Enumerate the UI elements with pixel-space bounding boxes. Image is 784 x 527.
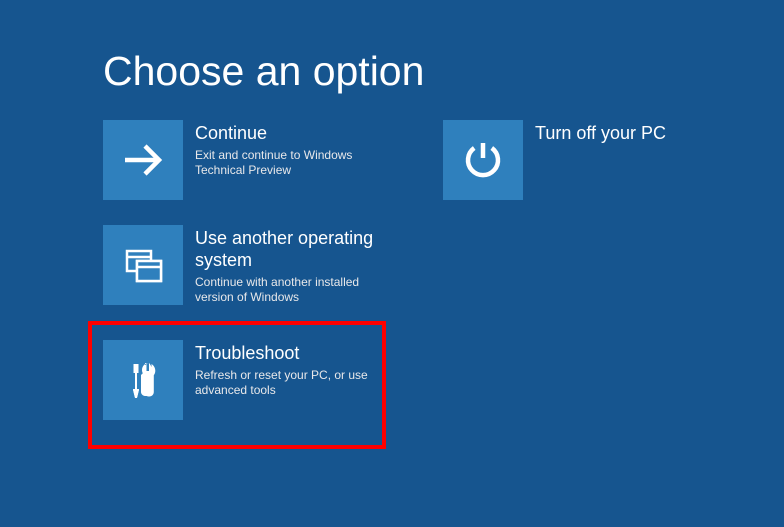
tile-title: Troubleshoot bbox=[195, 342, 379, 364]
tile-title: Use another operating system bbox=[195, 227, 379, 271]
tile-desc: Exit and continue to Windows Technical P… bbox=[195, 148, 379, 178]
power-icon bbox=[443, 120, 523, 200]
tile-title: Turn off your PC bbox=[535, 122, 719, 144]
tile-desc: Refresh or reset your PC, or use advance… bbox=[195, 368, 379, 398]
tile-title: Continue bbox=[195, 122, 379, 144]
arrow-right-icon bbox=[103, 120, 183, 200]
tile-another-os[interactable]: Use another operating system Continue wi… bbox=[103, 225, 383, 305]
tile-continue[interactable]: Continue Exit and continue to Windows Te… bbox=[103, 120, 383, 200]
tile-troubleshoot[interactable]: Troubleshoot Refresh or reset your PC, o… bbox=[103, 340, 383, 420]
tile-turn-off[interactable]: Turn off your PC bbox=[443, 120, 723, 200]
tools-icon bbox=[103, 340, 183, 420]
windows-stack-icon bbox=[103, 225, 183, 305]
tile-desc: Continue with another installed version … bbox=[195, 275, 379, 305]
page-title: Choose an option bbox=[103, 48, 424, 95]
